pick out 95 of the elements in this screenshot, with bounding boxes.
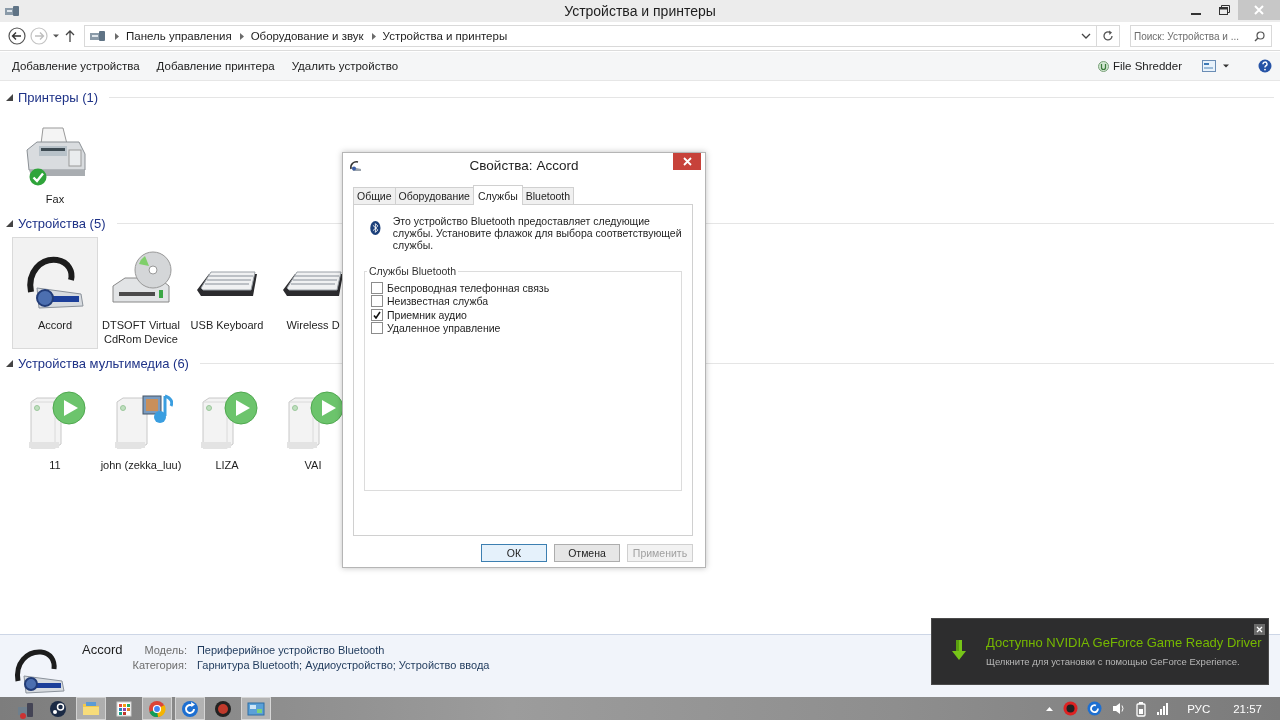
search-icon[interactable] (1254, 30, 1265, 42)
tab[interactable]: Bluetooth (521, 187, 575, 204)
check-icon (373, 310, 381, 319)
devices-icon (89, 30, 107, 42)
tray-overflow-icon[interactable] (1045, 705, 1055, 712)
checkbox[interactable] (371, 322, 383, 335)
chevron-icon[interactable] (369, 31, 377, 41)
dialog-button[interactable]: ОК (481, 544, 547, 562)
checkbox[interactable] (371, 295, 383, 308)
device-name: DTSOFT Virtual CdRom Device (101, 318, 181, 346)
expand-arrow-icon[interactable] (6, 219, 13, 227)
checkbox[interactable] (371, 308, 383, 321)
volume-icon[interactable] (1111, 701, 1127, 716)
device-name: Fax (45, 192, 65, 206)
app-grid-icon (114, 698, 134, 719)
close-icon (682, 157, 692, 166)
help-icon[interactable] (1258, 59, 1272, 73)
device-tile[interactable]: Wireless D (270, 237, 356, 349)
close-icon[interactable] (1254, 624, 1265, 635)
toolbar-button[interactable]: Удалить устройство (285, 57, 405, 75)
device-tile[interactable]: john (zekka_luu) (98, 377, 184, 475)
view-options-icon[interactable] (1202, 60, 1216, 72)
chevron-icon[interactable] (237, 31, 245, 41)
steam-icon (48, 698, 68, 719)
devices-app-icon (4, 5, 20, 17)
device-name: john (zekka_luu) (100, 458, 182, 472)
minimize-icon (1191, 13, 1201, 15)
signal-icon[interactable] (1156, 702, 1171, 715)
device-name: LIZA (215, 458, 239, 472)
maximize-icon (1218, 5, 1230, 15)
device-name: Accord (37, 318, 73, 332)
browser-icon (147, 698, 167, 719)
toolbar-button[interactable]: Добавление принтера (150, 57, 281, 75)
toolbar-button[interactable]: Добавление устройства (6, 57, 146, 75)
group-header[interactable]: Принтеры (1) (18, 89, 99, 105)
up-arrow-icon[interactable] (64, 29, 76, 43)
device-name: VAI (304, 458, 322, 472)
device-tile[interactable]: 11 (12, 377, 98, 475)
tab[interactable]: Службы (472, 185, 523, 205)
caret-icon[interactable] (1222, 63, 1230, 69)
group-header[interactable]: Устройства (5) (18, 215, 106, 231)
device-tile[interactable]: DTSOFT Virtual CdRom Device (98, 237, 184, 349)
breadcrumb[interactable]: Оборудование и звук (250, 30, 364, 42)
description-text: Это устройство Bluetooth предоставляет следующие службы. Установите флажок для выбора соответствующей службы. (392, 214, 682, 251)
dialog-button[interactable]: Отмена (554, 544, 620, 562)
checkbox-label[interactable]: Неизвестная служба (387, 295, 489, 308)
device-tile[interactable]: VAI (270, 377, 356, 475)
notification-toast[interactable]: Доступно NVIDIA GeForce Game Ready Driver Щелкните для установки с помощью GeForce Experience. (931, 618, 1269, 685)
group-header[interactable]: Устройства мультимедиа (6) (18, 355, 189, 371)
device-name: Accord (82, 642, 123, 657)
property-value: Гарнитура Bluetooth; Аудиоустройство; Устройство ввода (196, 659, 490, 671)
shredder-icon (1097, 60, 1109, 72)
dialog-title: Свойства: Accord (469, 158, 579, 173)
checkbox-label[interactable]: Беспроводная телефонная связь (387, 281, 550, 294)
device-tile[interactable]: Accord (12, 237, 98, 349)
file-shredder-button[interactable]: File Shredder (1093, 57, 1186, 75)
refresh-icon (1102, 30, 1114, 42)
back-icon[interactable] (8, 27, 26, 45)
tab[interactable]: Оборудование (394, 187, 474, 204)
download-arrow-icon (952, 639, 966, 661)
property-label: Категория: (132, 659, 187, 671)
language-indicator[interactable]: РУС (1187, 702, 1211, 715)
close-icon (1254, 5, 1264, 15)
app-icon (213, 698, 233, 719)
chevron-icon[interactable] (113, 31, 120, 41)
battery-icon[interactable] (1135, 700, 1148, 717)
search-field[interactable]: Поиск: Устройства и ... (1130, 25, 1272, 47)
clock[interactable]: 21:57 (1233, 702, 1262, 715)
close-button[interactable] (673, 153, 701, 170)
device-tile[interactable]: LIZA (184, 377, 270, 475)
group-label: Службы Bluetooth (368, 265, 458, 277)
dropdown-caret-icon[interactable] (52, 33, 60, 39)
notification-title[interactable]: Доступно NVIDIA GeForce Game Ready Driver (986, 635, 1262, 650)
address-bar[interactable]: Панель управления Оборудование и звук Устройства и принтеры (84, 25, 1120, 47)
checkbox-label[interactable]: Удаленное управление (387, 322, 501, 335)
property-value: Периферийное устройство Bluetooth (196, 644, 386, 656)
device-name: USB Keyboard (190, 318, 264, 332)
expand-arrow-icon[interactable] (6, 93, 13, 101)
device-name: Wireless D (286, 318, 340, 332)
breadcrumb[interactable]: Устройства и принтеры (382, 30, 508, 42)
checkbox-label[interactable]: Приемник аудио (387, 308, 467, 321)
circular-arrow-icon[interactable] (1087, 701, 1103, 716)
checkbox[interactable] (371, 281, 383, 294)
device-tile[interactable]: USB Keyboard (184, 237, 270, 349)
device-name: 11 (49, 458, 61, 472)
device-tile[interactable]: Fax (12, 111, 98, 209)
headset-icon (349, 160, 363, 172)
window-title: Устройства и принтеры (564, 3, 716, 19)
property-label: Модель: (143, 644, 187, 656)
notification-message: Щелкните для установки с помощью GeForce Experience. (986, 656, 1241, 667)
dropdown-caret-icon[interactable] (1080, 31, 1092, 41)
expand-arrow-icon[interactable] (6, 359, 13, 367)
breadcrumb[interactable]: Панель управления (126, 30, 232, 42)
app-icon[interactable] (1063, 701, 1079, 716)
tab[interactable]: Общие (353, 187, 396, 204)
